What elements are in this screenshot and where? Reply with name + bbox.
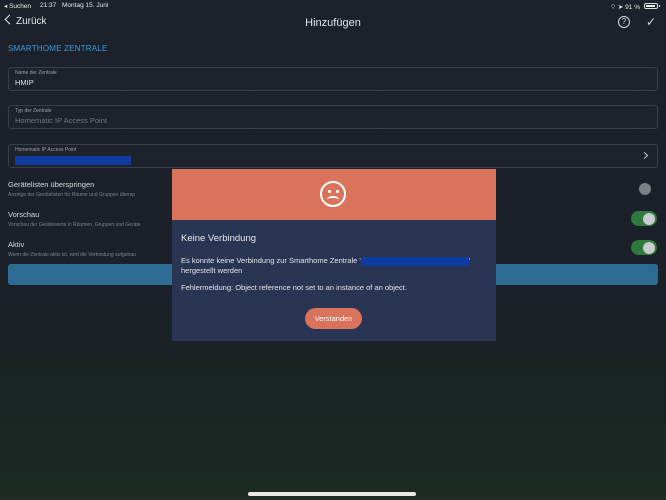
- toggle-knob: [643, 241, 655, 254]
- dialog-header: [172, 169, 496, 220]
- preview-toggle[interactable]: [631, 211, 657, 226]
- dialog-message: Es konnte keine Verbindung zur Smarthome…: [181, 256, 481, 276]
- error-dialog: Keine Verbindung Es konnte keine Verbind…: [172, 169, 496, 341]
- dialog-message-prefix: Es konnte keine Verbindung zur Smarthome…: [181, 256, 361, 265]
- section-title: SMARTHOME ZENTRALE: [8, 44, 108, 53]
- understood-button[interactable]: Verstanden: [305, 308, 362, 329]
- active-toggle[interactable]: [631, 240, 657, 255]
- checkmark-icon[interactable]: ✓: [646, 15, 656, 29]
- sad-face-eye: [328, 190, 331, 193]
- type-field[interactable]: Typ der Zentrale Homematic IP Access Poi…: [8, 105, 658, 129]
- status-bar: ◂ Suchen 21:37 Montag 15. Juni ⌔ ➤ 91 %: [0, 0, 666, 12]
- status-time: 21:37: [40, 2, 57, 9]
- skip-lists-desc: Anzeige der Gerätelisten für Räume und G…: [8, 192, 136, 198]
- preview-title: Vorschau: [8, 210, 40, 219]
- chevron-right-icon: [640, 151, 649, 160]
- status-indicators: ⌔ ➤ 91 %: [610, 4, 640, 11]
- toggle-knob: [643, 212, 655, 225]
- sad-face-eye: [336, 190, 339, 193]
- toggle-knob: [639, 182, 651, 195]
- name-field-label: Name der Zentrale: [15, 70, 57, 76]
- preview-desc: Vorschau der Gerätewerte in Räumen, Grup…: [8, 222, 141, 228]
- page-title: Hinzufügen: [305, 17, 361, 29]
- type-field-label: Typ der Zentrale: [15, 108, 52, 114]
- skip-lists-title: Gerätelisten überspringen: [8, 180, 95, 189]
- name-field[interactable]: Name der Zentrale HMIP: [8, 67, 658, 91]
- redacted-value: [15, 156, 131, 165]
- dialog-message-line2: hergestellt werden: [181, 266, 243, 275]
- skip-lists-toggle[interactable]: [627, 181, 653, 196]
- dialog-error-text: Fehlermeldung: Object reference not set …: [181, 283, 407, 292]
- dialog-message-suffix: ': [468, 256, 471, 265]
- help-icon[interactable]: ?: [618, 16, 630, 28]
- access-point-field-label: Homematic IP Access Point: [15, 147, 77, 153]
- active-desc: Wenn die Zentrale aktiv ist, wird die Ve…: [8, 252, 136, 258]
- home-indicator[interactable]: [248, 492, 416, 496]
- name-field-value: HMIP: [15, 78, 34, 87]
- sad-face-icon: [320, 181, 346, 207]
- access-point-field[interactable]: Homematic IP Access Point: [8, 144, 658, 168]
- redacted-value: [360, 256, 469, 266]
- status-date: Montag 15. Juni: [62, 2, 109, 9]
- status-back-link[interactable]: ◂ Suchen: [4, 2, 31, 10]
- battery-tip: [659, 5, 660, 7]
- dialog-title: Keine Verbindung: [181, 233, 257, 244]
- sad-face-mouth: [327, 196, 339, 203]
- active-title: Aktiv: [8, 240, 25, 249]
- type-field-placeholder: Homematic IP Access Point: [15, 116, 107, 125]
- battery-icon: [644, 3, 658, 9]
